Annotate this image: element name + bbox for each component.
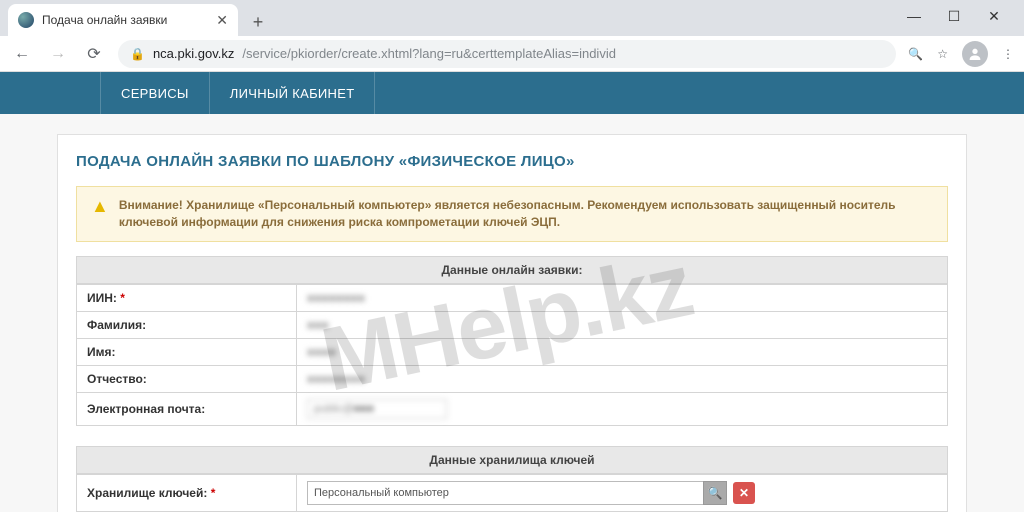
url-host: nca.pki.gov.kz: [153, 46, 234, 61]
minimize-icon[interactable]: —: [900, 2, 928, 30]
lock-icon: 🔒: [130, 47, 145, 61]
section-header-storage: Данные хранилища ключей: [76, 446, 948, 474]
label-lastname: Фамилия:: [77, 311, 297, 338]
nav-cabinet[interactable]: ЛИЧНЫЙ КАБИНЕТ: [210, 72, 376, 114]
profile-avatar[interactable]: [962, 41, 988, 67]
clear-storage-button[interactable]: ✕: [733, 482, 755, 504]
value-email: public@■■■: [297, 392, 948, 425]
back-icon[interactable]: ←: [10, 45, 34, 63]
request-data-table: ИИН: * ■■■■■■■■ Фамилия: ■■■ Имя: ■■■■ О…: [76, 284, 948, 426]
close-tab-icon[interactable]: ✕: [216, 12, 228, 29]
label-storage: Хранилище ключей: *: [77, 474, 297, 511]
storage-input[interactable]: [307, 481, 703, 505]
warning-text: Внимание! Хранилище «Персональный компью…: [119, 197, 933, 231]
label-email: Электронная почта:: [77, 392, 297, 425]
star-icon[interactable]: ☆: [937, 47, 948, 61]
warning-icon: ▲: [91, 197, 109, 215]
tab-title: Подача онлайн заявки: [42, 13, 208, 27]
label-middlename: Отчество:: [77, 365, 297, 392]
nav-services[interactable]: СЕРВИСЫ: [100, 72, 210, 114]
browser-tab[interactable]: Подача онлайн заявки ✕: [8, 4, 238, 36]
menu-icon[interactable]: ⋮: [1002, 47, 1014, 61]
address-bar[interactable]: 🔒 nca.pki.gov.kz/service/pkiorder/create…: [118, 40, 896, 68]
url-path: /service/pkiorder/create.xhtml?lang=ru&c…: [242, 46, 616, 61]
reload-icon[interactable]: ⟳: [82, 44, 106, 64]
storage-table: Хранилище ключей: * 🔍 ✕ Путь к хранилищу…: [76, 474, 948, 512]
maximize-icon[interactable]: ☐: [940, 2, 968, 30]
section-header-request: Данные онлайн заявки:: [76, 256, 948, 284]
new-tab-button[interactable]: +: [244, 8, 272, 36]
main-content: ПОДАЧА ОНЛАЙН ЗАЯВКИ ПО ШАБЛОНУ «ФИЗИЧЕС…: [57, 134, 967, 512]
value-firstname: ■■■■: [297, 338, 948, 365]
value-lastname: ■■■: [297, 311, 948, 338]
close-window-icon[interactable]: ✕: [980, 2, 1008, 30]
top-nav: СЕРВИСЫ ЛИЧНЫЙ КАБИНЕТ: [0, 72, 1024, 114]
favicon-icon: [18, 12, 34, 28]
forward-icon: →: [46, 45, 70, 63]
value-iin: ■■■■■■■■: [297, 284, 948, 311]
label-iin: ИИН: *: [77, 284, 297, 311]
page-title: ПОДАЧА ОНЛАЙН ЗАЯВКИ ПО ШАБЛОНУ «ФИЗИЧЕС…: [76, 153, 948, 170]
zoom-icon[interactable]: 🔍: [908, 47, 923, 61]
value-middlename: ■■■■■■■■: [297, 365, 948, 392]
warning-alert: ▲ Внимание! Хранилище «Персональный комп…: [76, 186, 948, 242]
label-firstname: Имя:: [77, 338, 297, 365]
search-storage-icon[interactable]: 🔍: [703, 481, 727, 505]
